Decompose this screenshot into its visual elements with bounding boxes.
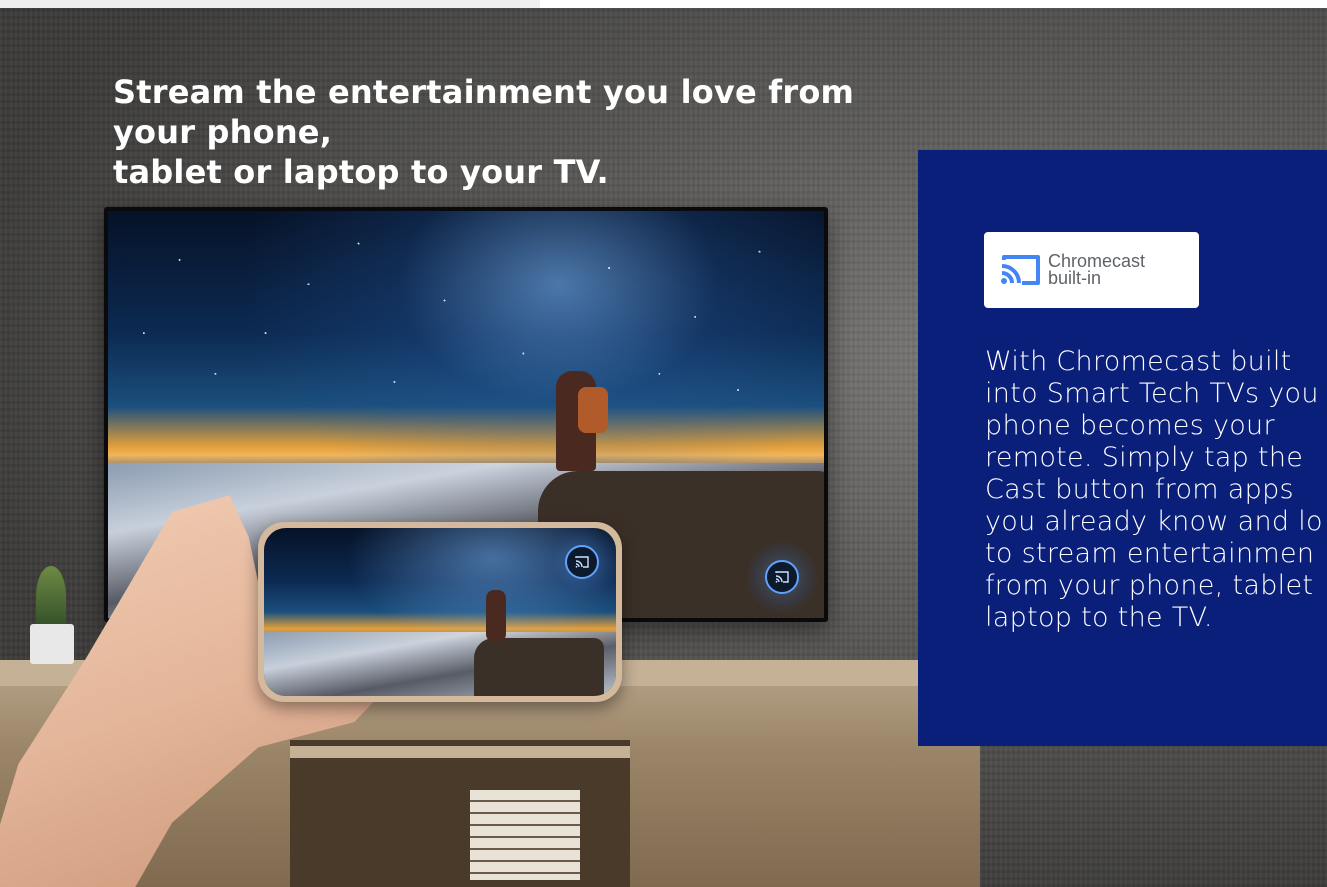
cast-icon [765, 560, 799, 594]
badge-line-2: built-in [1048, 268, 1102, 288]
chromecast-logo-icon [996, 250, 1044, 290]
smartphone [258, 522, 622, 702]
plant [36, 566, 66, 626]
description-line: into Smart Tech TVs you [985, 378, 1319, 409]
description-line: Cast button from apps [985, 474, 1294, 505]
phone-screen-image [264, 528, 616, 696]
chromecast-description: With Chromecast built into Smart Tech TV… [985, 346, 1327, 634]
description-line: remote. Simply tap the [985, 442, 1304, 473]
description-line: phone becomes your [985, 410, 1275, 441]
cabinet-shelf [290, 746, 630, 758]
phone-cast-button[interactable] [546, 528, 616, 598]
page: Stream the entertainment you love from y… [0, 0, 1327, 887]
hero-headline: Stream the entertainment you love from y… [113, 72, 933, 192]
top-strip [0, 0, 540, 8]
description-line: to stream entertainmen [985, 538, 1315, 569]
tv-cast-indicator [746, 541, 818, 613]
chromecast-badge-text: Chromecast built-in [1048, 252, 1145, 288]
book-stack [470, 790, 580, 880]
headline-line-2: tablet or laptop to your TV. [113, 153, 609, 191]
phone-hiker-figure [486, 590, 506, 642]
plant-pot [30, 624, 74, 664]
headline-line-1: Stream the entertainment you love from y… [113, 73, 855, 151]
chromecast-badge: Chromecast built-in [984, 232, 1199, 308]
phone-rock [474, 638, 604, 696]
chromecast-info-panel: Chromecast built-in With Chromecast buil… [918, 150, 1327, 746]
description-line: from your phone, tablet [985, 570, 1314, 601]
description-line: you already know and lo [985, 506, 1323, 537]
description-line: With Chromecast built [985, 346, 1292, 377]
cast-icon[interactable] [565, 545, 599, 579]
backpack [578, 387, 608, 433]
description-line: laptop to the TV. [985, 602, 1213, 633]
top-strip-right [540, 0, 1327, 8]
